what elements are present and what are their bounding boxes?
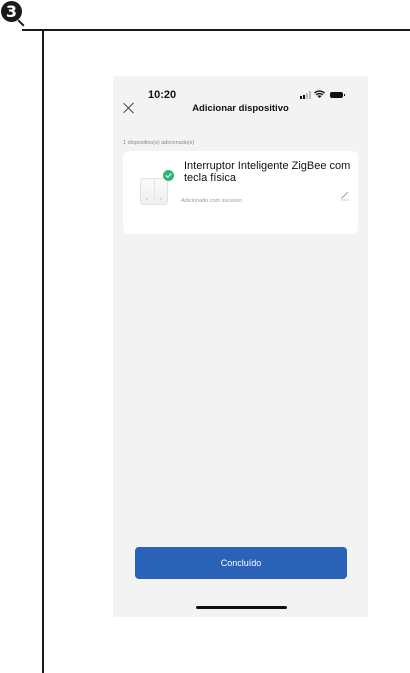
- frame-line-left: [42, 29, 44, 673]
- phone-screen: 10:20 Adicionar dispositivo 1 dispositiv…: [113, 76, 368, 617]
- device-card[interactable]: Interruptor Inteligente ZigBee com tecla…: [123, 151, 358, 234]
- wifi-icon: [314, 90, 325, 99]
- status-time: 10:20: [148, 89, 177, 101]
- device-name: Interruptor Inteligente ZigBee com tecla…: [184, 160, 351, 184]
- device-image: [140, 178, 168, 205]
- added-count-label: 1 dispositivo(s) adicionado(s): [123, 140, 195, 146]
- battery-icon: [330, 91, 345, 98]
- page-title: Adicionar dispositivo: [192, 103, 289, 114]
- frame-line-top: [22, 29, 410, 31]
- home-indicator: [196, 606, 287, 609]
- device-status: Adicionado com sucesso: [181, 198, 242, 204]
- signal-icon: [300, 90, 311, 99]
- edit-pencil-icon[interactable]: [339, 189, 351, 201]
- check-circle-icon: [163, 170, 174, 181]
- status-icons: [300, 90, 345, 99]
- done-button[interactable]: Concluído: [135, 547, 347, 579]
- frame-line: [17, 19, 25, 27]
